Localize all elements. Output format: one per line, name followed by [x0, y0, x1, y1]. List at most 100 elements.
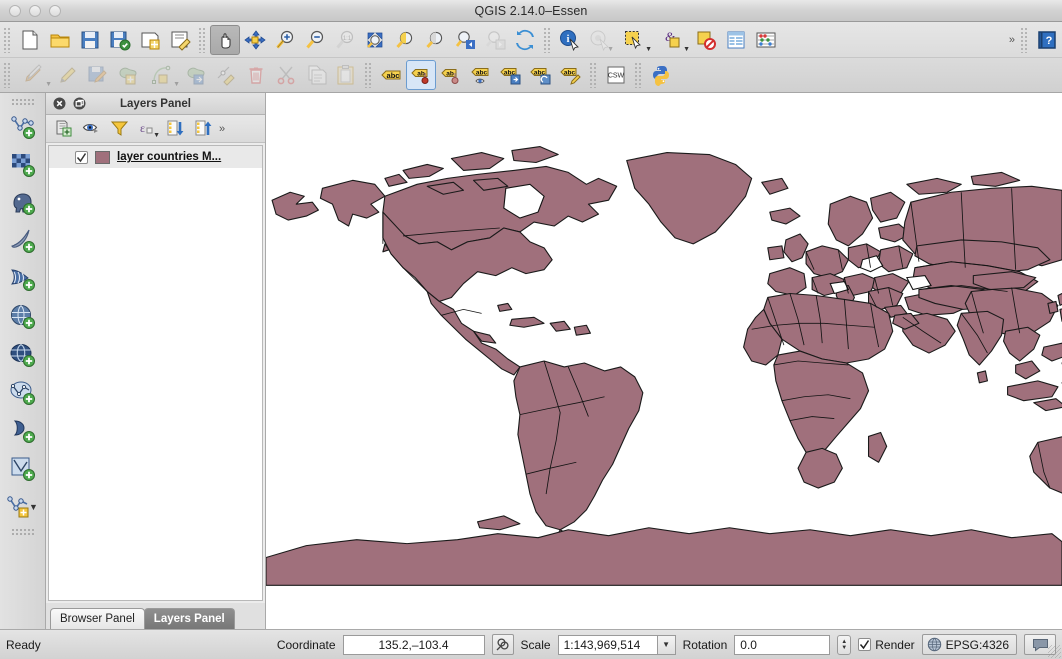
- toolbar-grip[interactable]: [364, 62, 373, 88]
- toolbar-grip[interactable]: [10, 528, 35, 536]
- filter-legend-expression-button[interactable]: ε ▼: [133, 117, 161, 141]
- rotation-input[interactable]: 0.0: [734, 634, 831, 655]
- map-canvas[interactable]: [266, 93, 1062, 629]
- expand-all-button[interactable]: [161, 117, 189, 141]
- render-checkbox[interactable]: [858, 638, 872, 651]
- chevron-down-icon[interactable]: ▼: [173, 81, 180, 88]
- show-pinned-labels-button[interactable]: ab: [436, 60, 466, 90]
- chevron-down-icon[interactable]: ▼: [153, 132, 160, 139]
- scale-input[interactable]: 1:143,969,514: [557, 634, 658, 655]
- render-toggle[interactable]: Render: [858, 638, 915, 652]
- select-features-button[interactable]: ▼: [615, 25, 653, 55]
- save-project-button[interactable]: [75, 25, 105, 55]
- zoom-to-selection-button[interactable]: [390, 25, 420, 55]
- crs-status-button[interactable]: EPSG:4326: [921, 634, 1017, 655]
- layer-labeling-button[interactable]: abc: [376, 60, 406, 90]
- toggle-editing-button[interactable]: [53, 60, 83, 90]
- add-wms-layer-button[interactable]: [4, 336, 42, 374]
- zoom-out-button[interactable]: [300, 25, 330, 55]
- field-calculator-button[interactable]: [751, 25, 781, 55]
- cut-features-button[interactable]: [271, 60, 301, 90]
- chevron-down-icon[interactable]: ▼: [683, 46, 690, 53]
- save-layer-edits-button[interactable]: [83, 60, 113, 90]
- chevron-down-icon[interactable]: ▼: [45, 81, 52, 88]
- zoom-full-button[interactable]: [360, 25, 390, 55]
- new-project-button[interactable]: [15, 25, 45, 55]
- refresh-button[interactable]: [510, 25, 540, 55]
- copy-features-button[interactable]: [301, 60, 331, 90]
- select-by-expression-button[interactable]: & ▼: [653, 25, 691, 55]
- zoom-last-button[interactable]: [450, 25, 480, 55]
- filter-legend-button[interactable]: [105, 117, 133, 141]
- zoom-to-layer-button[interactable]: [420, 25, 450, 55]
- save-project-as-button[interactable]: [105, 25, 135, 55]
- help-button[interactable]: ?: [1032, 25, 1062, 55]
- open-project-button[interactable]: [45, 25, 75, 55]
- layer-symbol-swatch[interactable]: [95, 150, 110, 164]
- identify-features-button[interactable]: i: [555, 25, 585, 55]
- toolbar-grip[interactable]: [589, 62, 598, 88]
- coordinate-capture-icon[interactable]: [491, 634, 514, 655]
- pin-labels-button[interactable]: ab: [406, 60, 436, 90]
- chevron-down-icon[interactable]: ▼: [607, 46, 614, 53]
- zoom-native-button[interactable]: 1:1: [330, 25, 360, 55]
- coordinate-input[interactable]: 135.2,–103.4: [342, 634, 485, 655]
- window-resize-grip[interactable]: [1048, 645, 1061, 658]
- current-edits-button[interactable]: ▼: [15, 60, 53, 90]
- tab-browser-panel[interactable]: Browser Panel: [50, 608, 145, 629]
- change-label-button[interactable]: abc: [556, 60, 586, 90]
- chevron-down-icon[interactable]: ▼: [29, 502, 38, 512]
- node-tool-button[interactable]: [211, 60, 241, 90]
- tab-layers-panel[interactable]: Layers Panel: [143, 608, 235, 629]
- toolbar-grip[interactable]: [1020, 26, 1029, 53]
- layer-tree-item[interactable]: layer countries M...: [49, 146, 262, 168]
- map-tips-button[interactable]: ▼: [585, 25, 615, 55]
- add-delimited-text-layer-button[interactable]: [4, 374, 42, 412]
- toolbar-overflow-button[interactable]: »: [1007, 34, 1017, 46]
- add-vector-layer-button[interactable]: [4, 108, 42, 146]
- add-oracle-layer-button[interactable]: [4, 298, 42, 336]
- toolbar-grip[interactable]: [3, 26, 12, 53]
- move-label-button[interactable]: abc: [496, 60, 526, 90]
- highlight-labels-button[interactable]: abc: [466, 60, 496, 90]
- new-shapefile-layer-button[interactable]: [4, 450, 42, 488]
- add-feature-button[interactable]: [113, 60, 143, 90]
- add-spatialite-layer-button[interactable]: [4, 222, 42, 260]
- toolbar-grip[interactable]: [3, 62, 12, 88]
- zoom-next-button[interactable]: [480, 25, 510, 55]
- toolbar-grip[interactable]: [198, 26, 207, 53]
- add-circular-string-button[interactable]: ▼: [143, 60, 181, 90]
- composer-manager-button[interactable]: [165, 25, 195, 55]
- add-raster-layer-button[interactable]: [4, 146, 42, 184]
- chevron-down-icon[interactable]: ▼: [657, 634, 676, 655]
- python-console-button[interactable]: [646, 60, 676, 90]
- deselect-all-button[interactable]: [691, 25, 721, 55]
- stepper-down-icon[interactable]: ▼: [841, 645, 847, 651]
- toolbar-grip[interactable]: [634, 62, 643, 88]
- rotate-label-button[interactable]: abc: [526, 60, 556, 90]
- attribute-table-button[interactable]: [721, 25, 751, 55]
- add-wfs-layer-button[interactable]: [4, 412, 42, 450]
- toolbar-grip[interactable]: [10, 98, 35, 106]
- add-group-button[interactable]: [49, 117, 77, 141]
- pan-to-selection-button[interactable]: [240, 25, 270, 55]
- rotation-stepper[interactable]: ▲ ▼: [837, 634, 852, 655]
- add-postgis-layer-button[interactable]: [4, 184, 42, 222]
- toolbar-grip[interactable]: [543, 26, 552, 53]
- new-vector-layer-button[interactable]: ▼: [4, 488, 42, 526]
- layers-panel-overflow-button[interactable]: »: [217, 123, 227, 135]
- manage-layer-visibility-button[interactable]: [77, 117, 105, 141]
- new-print-composer-button[interactable]: [135, 25, 165, 55]
- move-feature-button[interactable]: [181, 60, 211, 90]
- pan-map-button[interactable]: [210, 24, 240, 55]
- delete-selected-button[interactable]: [241, 60, 271, 90]
- csw-button[interactable]: CSW: [601, 60, 631, 90]
- chevron-down-icon[interactable]: ▼: [645, 46, 652, 53]
- layer-tree[interactable]: layer countries M...: [48, 145, 263, 601]
- scale-combobox[interactable]: 1:143,969,514 ▼: [557, 634, 676, 655]
- collapse-all-button[interactable]: [189, 117, 217, 141]
- layer-name-label[interactable]: layer countries M...: [117, 151, 221, 163]
- layer-visibility-checkbox[interactable]: [75, 150, 88, 164]
- paste-features-button[interactable]: [331, 60, 361, 90]
- add-mssql-layer-button[interactable]: [4, 260, 42, 298]
